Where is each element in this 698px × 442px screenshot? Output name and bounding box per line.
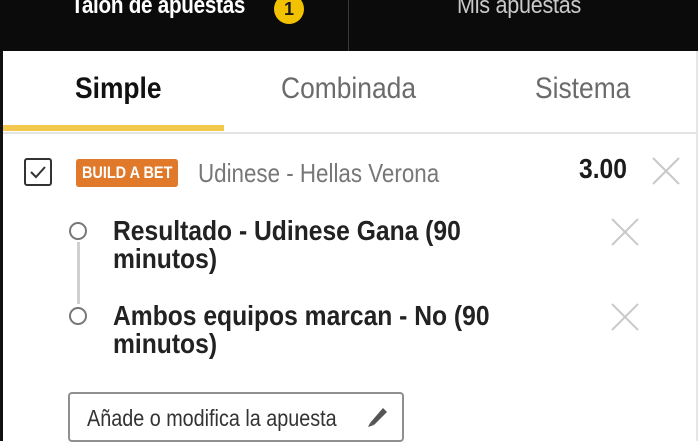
remove-selection-1-close-icon[interactable] <box>611 218 639 251</box>
check-icon <box>30 166 46 179</box>
tab-betslip[interactable]: Talón de apuestas 1 <box>0 0 349 51</box>
bet-odds: 3.00 <box>579 153 627 184</box>
betslip-count-badge: 1 <box>274 0 304 24</box>
selection-2: Ambos equipos marcan - No (90 minutos) <box>113 302 518 358</box>
selection-marker <box>69 307 87 325</box>
remove-bet-close-icon[interactable] <box>652 157 680 190</box>
selection-2-line2: minutos) <box>113 328 218 359</box>
tab-betslip-label: Talón de apuestas <box>71 0 246 19</box>
selection-marker <box>69 222 87 240</box>
selection-connector <box>77 242 80 304</box>
edit-bet-label: Añade o modifica la apuesta <box>87 405 337 431</box>
pencil-icon <box>366 403 390 434</box>
tab-combinada[interactable]: Combinada <box>281 72 416 106</box>
tab-simple[interactable]: Simple <box>75 72 162 106</box>
selection-1: Resultado - Udinese Gana (90 minutos) <box>113 217 518 273</box>
tab-my-bets[interactable]: Mis apuestas <box>349 0 698 51</box>
bet-select-checkbox[interactable] <box>24 158 52 186</box>
tab-my-bets-label: Mis apuestas <box>457 0 582 19</box>
selection-2-line1: Ambos equipos marcan - No (90 <box>113 300 490 331</box>
tab-sistema[interactable]: Sistema <box>535 72 630 106</box>
build-a-bet-badge: BUILD A BET <box>76 159 179 187</box>
selection-1-line1: Resultado - Udinese Gana (90 <box>113 215 461 246</box>
edit-bet-button[interactable]: Añade o modifica la apuesta <box>68 392 404 442</box>
active-tab-indicator <box>3 125 224 131</box>
bet-type-tabs: Simple Combinada Sistema <box>3 51 696 134</box>
top-tab-bar: Talón de apuestas 1 Mis apuestas <box>0 0 698 51</box>
event-name: Udinese - Hellas Verona <box>198 158 440 188</box>
selection-1-line2: minutos) <box>113 243 218 274</box>
remove-selection-2-close-icon[interactable] <box>611 303 639 336</box>
